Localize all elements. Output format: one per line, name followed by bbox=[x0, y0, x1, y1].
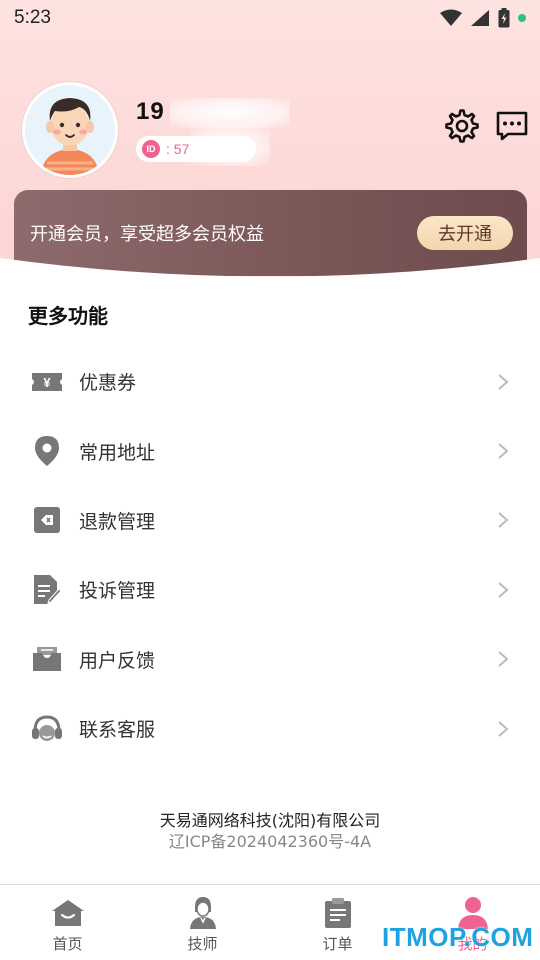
menu-item-label: 联系客服 bbox=[79, 719, 156, 742]
headset-icon bbox=[31, 713, 63, 745]
chevron-right-icon bbox=[498, 582, 509, 598]
user-id-value: : 57 bbox=[166, 141, 190, 157]
menu-item-complaint[interactable]: 投诉管理 bbox=[0, 555, 540, 624]
svg-text:¥: ¥ bbox=[43, 375, 51, 390]
tab-technician[interactable]: 技师 bbox=[135, 885, 270, 960]
battery-icon bbox=[498, 8, 510, 28]
menu-list: ¥ 优惠券 常用地址 退款管理 投诉管理 用户反馈 联系客服 bbox=[0, 347, 540, 763]
menu-item-label: 优惠券 bbox=[79, 372, 137, 395]
vip-text: 开通会员，享受超多会员权益 bbox=[30, 224, 264, 245]
coupon-icon: ¥ bbox=[31, 366, 63, 398]
menu-item-label: 常用地址 bbox=[79, 441, 156, 464]
settings-icon[interactable] bbox=[444, 108, 480, 144]
complaint-icon bbox=[31, 574, 63, 606]
banner-wave bbox=[0, 258, 540, 300]
refund-icon bbox=[31, 504, 63, 536]
tab-label: 首页 bbox=[52, 935, 83, 953]
menu-item-feedback[interactable]: 用户反馈 bbox=[0, 625, 540, 694]
id-badge: ID bbox=[142, 140, 160, 158]
status-bar: 5:23 bbox=[0, 0, 540, 36]
menu-item-service[interactable]: 联系客服 bbox=[0, 694, 540, 763]
menu-item-refund[interactable]: 退款管理 bbox=[0, 486, 540, 555]
feedback-icon bbox=[31, 643, 63, 675]
chevron-right-icon bbox=[498, 373, 509, 390]
menu-item-coupon[interactable]: ¥ 优惠券 bbox=[0, 347, 540, 416]
menu-item-label: 退款管理 bbox=[79, 510, 156, 533]
status-icons bbox=[440, 8, 526, 28]
order-icon bbox=[320, 895, 356, 931]
location-icon bbox=[31, 435, 63, 467]
username: 19 bbox=[136, 98, 165, 125]
tab-label: 技师 bbox=[187, 935, 218, 953]
watermark: ITMOP.COM bbox=[382, 922, 534, 952]
message-icon[interactable] bbox=[494, 108, 530, 144]
tab-label: 订单 bbox=[322, 935, 353, 953]
chevron-right-icon bbox=[498, 720, 509, 737]
tab-home[interactable]: 首页 bbox=[0, 885, 135, 960]
signal-icon bbox=[471, 10, 489, 26]
vip-activate-button[interactable]: 去开通 bbox=[417, 216, 513, 250]
menu-item-label: 用户反馈 bbox=[79, 649, 156, 672]
chevron-right-icon bbox=[498, 651, 509, 668]
icp-number[interactable]: 辽ICP备2024042360号-4A bbox=[0, 828, 540, 852]
home-icon bbox=[50, 895, 86, 931]
status-time: 5:23 bbox=[14, 7, 51, 28]
avatar[interactable] bbox=[22, 82, 118, 178]
username-blur bbox=[170, 98, 290, 128]
status-dot bbox=[518, 14, 526, 22]
menu-item-label: 投诉管理 bbox=[79, 580, 156, 603]
avatar-illustration bbox=[25, 85, 115, 175]
technician-icon bbox=[185, 895, 221, 931]
menu-item-address[interactable]: 常用地址 bbox=[0, 416, 540, 485]
wifi-icon bbox=[440, 9, 462, 26]
chevron-right-icon bbox=[498, 443, 509, 459]
section-title: 更多功能 bbox=[28, 304, 108, 328]
id-blur bbox=[190, 126, 270, 166]
chevron-right-icon bbox=[498, 512, 509, 529]
